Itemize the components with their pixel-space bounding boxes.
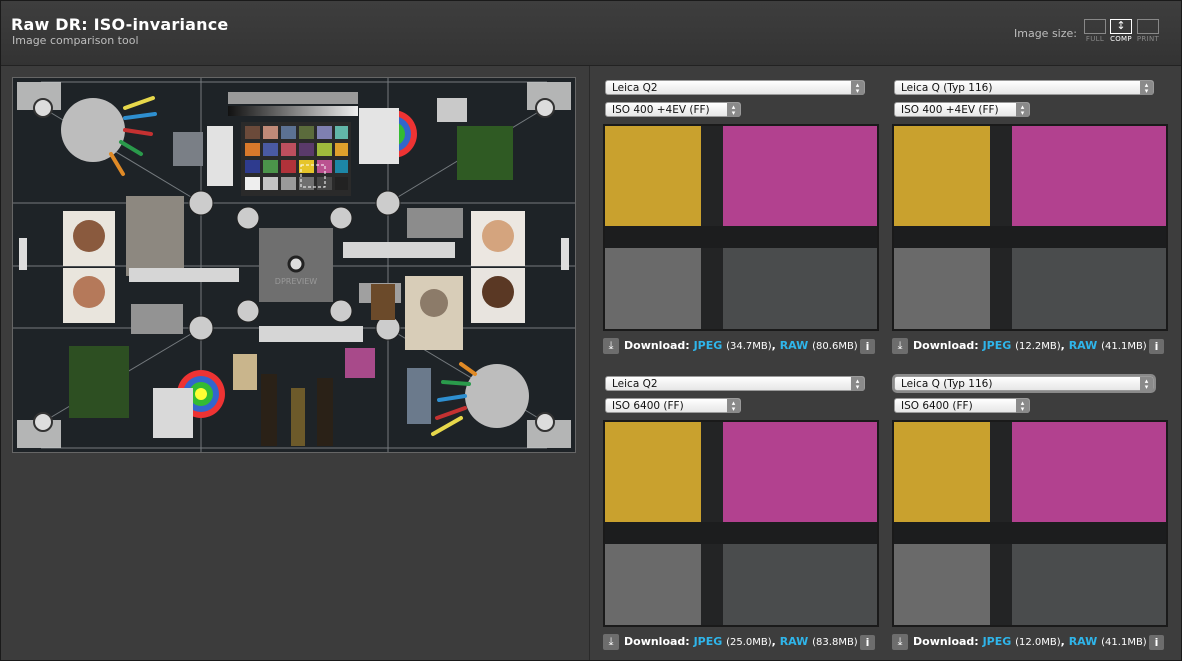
print-size-icon <box>1137 19 1159 34</box>
raw-size-4: (41.1MB) <box>1101 637 1147 648</box>
iso-select-3[interactable]: ISO 6400 (FF) ▴ ▾ <box>605 398 741 413</box>
iso-select-4-value: ISO 6400 (FF) <box>901 400 973 412</box>
crop-image-1[interactable] <box>603 124 879 331</box>
select-arrows-icon: ▴ ▾ <box>1140 81 1153 95</box>
info-button-3[interactable]: i <box>860 635 875 650</box>
size-full-label: FULL <box>1085 35 1105 43</box>
camera-select-1-value: Leica Q2 <box>612 82 658 94</box>
download-row-4: ⤓ Download: JPEG (12.0MB), RAW (41.1MB) <box>892 633 1147 651</box>
download-row-2: ⤓ Download: JPEG (12.2MB), RAW (41.1MB) <box>892 337 1147 355</box>
raw-download-link-3[interactable]: RAW <box>780 635 809 648</box>
raw-size-3: (83.8MB) <box>812 637 858 648</box>
image-size-label: Image size: <box>1014 27 1077 40</box>
download-label: Download: <box>913 635 979 648</box>
iso-select-2[interactable]: ISO 400 +4EV (FF) ▴ ▾ <box>894 102 1030 117</box>
app-window: Raw DR: ISO-invariance Image comparison … <box>0 0 1182 661</box>
download-label: Download: <box>624 635 690 648</box>
comp-size-icon: ↕ <box>1110 19 1132 34</box>
download-row-1: ⤓ Download: JPEG (34.7MB), RAW (80.6MB) <box>603 337 858 355</box>
info-button-2[interactable]: i <box>1149 339 1164 354</box>
download-label: Download: <box>624 339 690 352</box>
raw-download-link-4[interactable]: RAW <box>1069 635 1098 648</box>
download-icon[interactable]: ⤓ <box>603 338 619 354</box>
size-full-button[interactable]: FULL <box>1082 19 1108 43</box>
crop-swatches-2 <box>894 126 1166 329</box>
raw-download-link-2[interactable]: RAW <box>1069 339 1098 352</box>
chart-brand-text: DPREVIEW <box>275 277 317 286</box>
camera-select-4[interactable]: Leica Q (Typ 116) ▴ ▾ <box>894 376 1154 391</box>
size-print-label: PRINT <box>1136 35 1160 43</box>
info-button-4[interactable]: i <box>1149 635 1164 650</box>
iso-select-3-value: ISO 6400 (FF) <box>612 400 684 412</box>
camera-select-2-value: Leica Q (Typ 116) <box>901 82 993 94</box>
camera-select-1[interactable]: Leica Q2 ▴ ▾ <box>605 80 865 95</box>
size-comp-label: COMP <box>1110 35 1132 43</box>
iso-select-1[interactable]: ISO 400 +4EV (FF) ▴ ▾ <box>605 102 741 117</box>
jpeg-size-1: (34.7MB) <box>726 341 772 352</box>
crop-image-4[interactable] <box>892 420 1168 627</box>
download-label: Download: <box>913 339 979 352</box>
iso-select-2-value: ISO 400 +4EV (FF) <box>901 104 999 116</box>
download-icon[interactable]: ⤓ <box>892 338 908 354</box>
jpeg-download-link-2[interactable]: JPEG <box>983 339 1012 352</box>
full-size-icon <box>1084 19 1106 34</box>
select-arrows-icon: ▴ ▾ <box>851 81 864 95</box>
download-icon[interactable]: ⤓ <box>892 634 908 650</box>
select-arrows-icon: ▴ ▾ <box>727 103 740 117</box>
size-print-button[interactable]: PRINT <box>1135 19 1161 43</box>
camera-select-4-value: Leica Q (Typ 116) <box>901 378 993 390</box>
crop-swatches-3 <box>605 422 877 625</box>
jpeg-download-link-3[interactable]: JPEG <box>694 635 723 648</box>
header: Raw DR: ISO-invariance Image comparison … <box>1 1 1181 66</box>
info-button-1[interactable]: i <box>860 339 875 354</box>
studio-scene-illustration: DPREVIEW <box>13 78 575 452</box>
camera-select-3-value: Leica Q2 <box>612 378 658 390</box>
page-title: Raw DR: ISO-invariance <box>11 15 229 34</box>
select-arrows-icon: ▴ ▾ <box>851 377 864 391</box>
crop-image-3[interactable] <box>603 420 879 627</box>
jpeg-download-link-1[interactable]: JPEG <box>694 339 723 352</box>
crop-swatches-4 <box>894 422 1166 625</box>
camera-select-3[interactable]: Leica Q2 ▴ ▾ <box>605 376 865 391</box>
studio-scene-image[interactable]: DPREVIEW <box>12 77 576 453</box>
raw-download-link-1[interactable]: RAW <box>780 339 809 352</box>
raw-size-1: (80.6MB) <box>812 341 858 352</box>
overview-panel: DPREVIEW <box>1 66 590 660</box>
download-icon[interactable]: ⤓ <box>603 634 619 650</box>
crop-image-2[interactable] <box>892 124 1168 331</box>
jpeg-size-4: (12.0MB) <box>1015 637 1061 648</box>
select-arrows-icon: ▴ ▾ <box>1140 377 1153 391</box>
size-comp-button[interactable]: ↕ COMP <box>1108 19 1134 43</box>
camera-select-2[interactable]: Leica Q (Typ 116) ▴ ▾ <box>894 80 1154 95</box>
raw-size-2: (41.1MB) <box>1101 341 1147 352</box>
select-arrows-icon: ▴ ▾ <box>727 399 740 413</box>
select-arrows-icon: ▴ ▾ <box>1016 399 1029 413</box>
iso-select-1-value: ISO 400 +4EV (FF) <box>612 104 710 116</box>
iso-select-4[interactable]: ISO 6400 (FF) ▴ ▾ <box>894 398 1030 413</box>
jpeg-download-link-4[interactable]: JPEG <box>983 635 1012 648</box>
download-row-3: ⤓ Download: JPEG (25.0MB), RAW (83.8MB) <box>603 633 858 651</box>
jpeg-size-3: (25.0MB) <box>726 637 772 648</box>
page-subtitle: Image comparison tool <box>12 34 139 47</box>
crop-swatches-1 <box>605 126 877 329</box>
jpeg-size-2: (12.2MB) <box>1015 341 1061 352</box>
select-arrows-icon: ▴ ▾ <box>1016 103 1029 117</box>
